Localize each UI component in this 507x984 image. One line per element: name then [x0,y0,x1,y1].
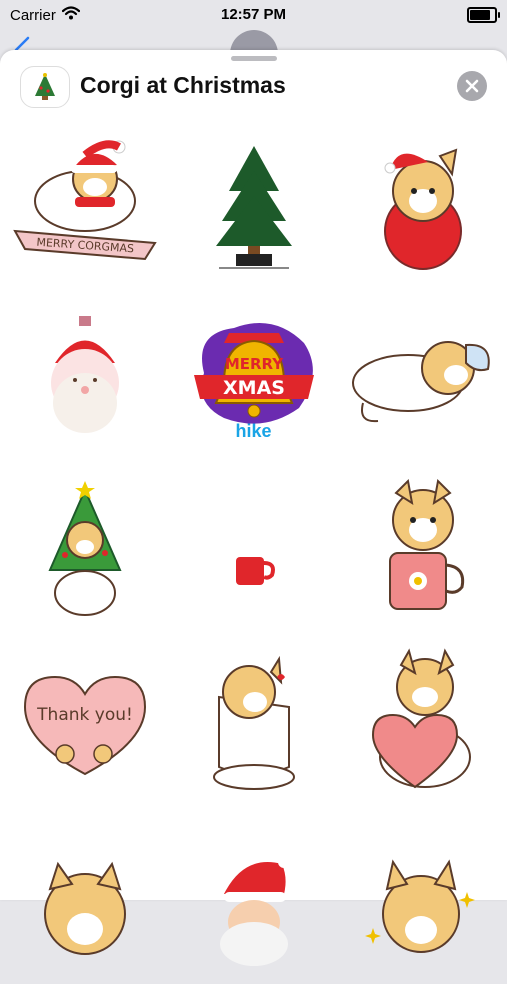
battery-icon [467,7,500,23]
sticker-grid: MERRY CORGMAS MERRY XMAS hike Thank you! [0,120,507,980]
app-title: Corgi at Christmas [80,72,286,98]
sticker-corgi-blowing-kiss[interactable] [169,636,338,808]
xmas-label: XMAS [223,377,285,399]
sticker-corgi-tree[interactable] [0,464,169,636]
sticker-corgi-ornament[interactable] [338,120,507,292]
close-button[interactable] [457,71,487,101]
sticker-corgi-lying[interactable] [338,292,507,464]
thank-you-label: Thank you! [36,705,133,725]
tree-icon [35,73,55,100]
clock: 12:57 PM [220,6,287,23]
carrier-label: Carrier [10,6,56,24]
sticker-corgi-heart[interactable] [338,636,507,808]
app-icon[interactable] [20,66,70,108]
close-icon [465,79,479,93]
sticker-corgi-cocoa[interactable] [338,464,507,636]
sticker-santa[interactable] [169,808,338,980]
sticker-thank-you-heart[interactable]: Thank you! [0,636,169,808]
sticker-sheet: Corgi at Christmas MERRY CORGMAS MERRY X… [0,50,507,966]
sticker-merry-xmas-bell[interactable]: MERRY XMAS hike [169,292,338,464]
wifi-icon [61,6,80,24]
status-left: Carrier [10,6,80,24]
sticker-merry-corgmas[interactable]: MERRY CORGMAS [0,120,169,292]
sticker-mug[interactable] [169,464,338,636]
sticker-tree[interactable] [169,120,338,292]
sticker-santa-bauble[interactable] [0,292,169,464]
status-bar: Carrier 12:57 PM [0,0,507,30]
sheet-header: Corgi at Christmas [0,62,507,110]
sticker-corgi-sparkle[interactable] [338,808,507,980]
sheet-grabber[interactable] [230,56,277,61]
sticker-corgi-peek[interactable] [0,808,169,980]
merry-label: MERRY [224,355,283,373]
hike-label: hike [235,421,272,441]
